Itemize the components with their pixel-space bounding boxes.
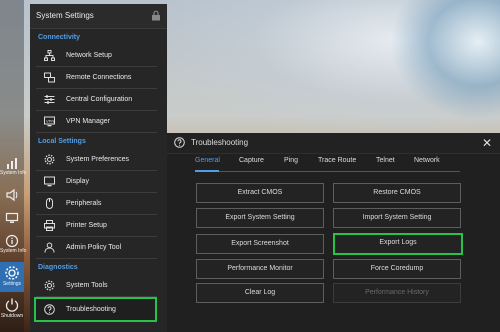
export-logs-button[interactable]: Export Logs	[333, 233, 463, 255]
export-screenshot-button[interactable]: Export Screenshot	[196, 234, 324, 254]
question-icon	[174, 137, 185, 148]
tab-trace-route[interactable]: Trace Route	[318, 157, 356, 164]
menu-peripherals[interactable]: Peripherals	[36, 193, 157, 215]
menu-label: Peripherals	[66, 200, 102, 207]
svg-text:VPN: VPN	[46, 119, 54, 124]
menu-display[interactable]: Display	[36, 171, 157, 193]
monitor-icon	[5, 212, 19, 223]
sliders-icon	[44, 95, 55, 104]
menu-label: Display	[66, 178, 89, 185]
shutdown-label: Shutdown	[0, 313, 24, 319]
restore-cmos-button[interactable]: Restore CMOS	[333, 183, 461, 203]
performance-monitor-button[interactable]: Performance Monitor	[196, 259, 324, 279]
cog-icon	[44, 280, 55, 291]
export-system-setting-button[interactable]: Export System Setting	[196, 208, 324, 228]
volume-button[interactable]	[0, 188, 24, 208]
tab-general[interactable]: General	[195, 157, 220, 164]
settings-label: Settings	[2, 281, 22, 287]
tab-network[interactable]: Network	[414, 157, 440, 164]
network-icon	[44, 50, 55, 61]
menu-label: Troubleshooting	[66, 306, 116, 313]
troubleshooting-dialog: Troubleshooting ✕ General Capture Ping T…	[167, 133, 500, 332]
info-icon	[5, 234, 19, 248]
menu-label: Admin Policy Tool	[66, 244, 122, 251]
menu-label: Central Configuration	[66, 96, 133, 103]
section-diagnostics: Diagnostics	[38, 264, 78, 271]
tab-capture[interactable]: Capture	[239, 157, 264, 164]
speaker-icon	[6, 188, 18, 202]
settings-title: System Settings	[36, 11, 94, 20]
section-connectivity: Connectivity	[38, 34, 81, 41]
extract-cmos-button[interactable]: Extract CMOS	[196, 183, 324, 203]
wallpaper-wave	[390, 0, 500, 120]
menu-system-tools[interactable]: System Tools	[36, 275, 157, 297]
settings-button[interactable]: Settings	[0, 262, 24, 292]
menu-label: System Tools	[66, 282, 108, 289]
info-button[interactable]: System Info	[0, 234, 27, 260]
info-label: System Info	[0, 248, 27, 254]
menu-vpn-manager[interactable]: VPN VPN Manager	[36, 111, 157, 133]
menu-label: VPN Manager	[66, 118, 110, 125]
force-coredump-button[interactable]: Force Coredump	[333, 259, 461, 279]
display-button[interactable]	[0, 211, 24, 231]
menu-network-setup[interactable]: Network Setup	[36, 45, 157, 67]
printer-icon	[44, 220, 55, 231]
question-icon	[44, 304, 55, 315]
menu-label: System Preferences	[66, 156, 130, 163]
close-icon[interactable]: ✕	[482, 133, 492, 153]
power-icon	[5, 298, 19, 312]
system-info-button[interactable]: System Info	[0, 156, 27, 182]
menu-troubleshooting[interactable]: Troubleshooting	[34, 297, 157, 322]
menu-central-configuration[interactable]: Central Configuration	[36, 89, 157, 111]
settings-header: System Settings	[30, 4, 167, 29]
remote-connections-icon	[44, 72, 55, 83]
menu-label: Network Setup	[66, 52, 112, 59]
dialog-title: Troubleshooting	[191, 138, 249, 147]
vpn-icon: VPN	[44, 116, 55, 127]
tab-ping[interactable]: Ping	[284, 157, 298, 164]
gear-icon	[44, 154, 55, 165]
shutdown-button[interactable]: Shutdown	[0, 297, 24, 327]
dialog-header: Troubleshooting ✕	[167, 133, 500, 154]
import-system-setting-button[interactable]: Import System Setting	[333, 208, 461, 228]
menu-system-preferences[interactable]: System Preferences	[36, 149, 157, 171]
system-settings-panel: System Settings Connectivity Network Set…	[30, 4, 167, 332]
user-icon	[44, 242, 55, 253]
menu-admin-policy-tool[interactable]: Admin Policy Tool	[36, 237, 157, 259]
tab-telnet[interactable]: Telnet	[376, 157, 395, 164]
menu-remote-connections[interactable]: Remote Connections	[36, 67, 157, 89]
menu-printer-setup[interactable]: Printer Setup	[36, 215, 157, 237]
mouse-icon	[46, 198, 53, 209]
system-info-label: System Info	[0, 170, 27, 176]
menu-label: Printer Setup	[66, 222, 107, 229]
taskbar: System Info System Info Settings Shutdow…	[0, 0, 27, 332]
signal-bars-icon	[7, 158, 17, 169]
performance-history-button: Performance History	[333, 283, 461, 303]
menu-label: Remote Connections	[66, 74, 132, 81]
lock-icon[interactable]	[151, 10, 161, 21]
monitor-icon	[44, 176, 55, 187]
section-local-settings: Local Settings	[38, 138, 86, 145]
tab-divider	[195, 171, 460, 172]
active-tab-underline	[195, 170, 219, 172]
gear-icon	[5, 266, 19, 280]
clear-log-button[interactable]: Clear Log	[196, 283, 324, 303]
